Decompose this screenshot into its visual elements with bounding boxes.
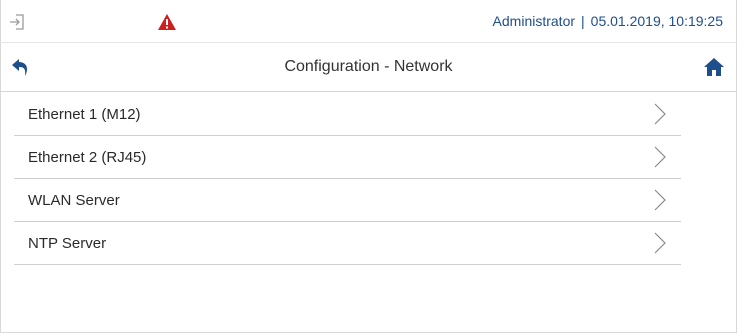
chevron-right-icon bbox=[653, 146, 667, 168]
status-bar: Administrator | 05.01.2019, 10:19:25 bbox=[0, 0, 737, 43]
network-menu-list: Ethernet 1 (M12) Ethernet 2 (RJ45) WLAN … bbox=[14, 93, 681, 265]
login-icon[interactable] bbox=[8, 13, 26, 31]
title-bar: Configuration - Network bbox=[0, 43, 737, 92]
status-separator: | bbox=[581, 13, 585, 29]
menu-item-label: Ethernet 2 (RJ45) bbox=[28, 149, 147, 166]
menu-item-ethernet-1[interactable]: Ethernet 1 (M12) bbox=[14, 93, 681, 136]
home-icon[interactable] bbox=[703, 57, 725, 77]
menu-item-label: WLAN Server bbox=[28, 192, 120, 209]
menu-item-ethernet-2[interactable]: Ethernet 2 (RJ45) bbox=[14, 136, 681, 179]
chevron-right-icon bbox=[653, 232, 667, 254]
page-title: Configuration - Network bbox=[284, 58, 453, 75]
chevron-right-icon bbox=[653, 189, 667, 211]
chevron-right-icon bbox=[653, 103, 667, 125]
date-time: 05.01.2019, 10:19:25 bbox=[590, 13, 723, 29]
status-info: Administrator | 05.01.2019, 10:19:25 bbox=[493, 13, 723, 29]
menu-item-label: Ethernet 1 (M12) bbox=[28, 106, 141, 123]
user-name: Administrator bbox=[492, 13, 576, 29]
menu-item-wlan-server[interactable]: WLAN Server bbox=[14, 179, 681, 222]
menu-item-ntp-server[interactable]: NTP Server bbox=[14, 222, 681, 265]
warning-icon[interactable] bbox=[157, 13, 177, 31]
menu-item-label: NTP Server bbox=[28, 235, 107, 252]
